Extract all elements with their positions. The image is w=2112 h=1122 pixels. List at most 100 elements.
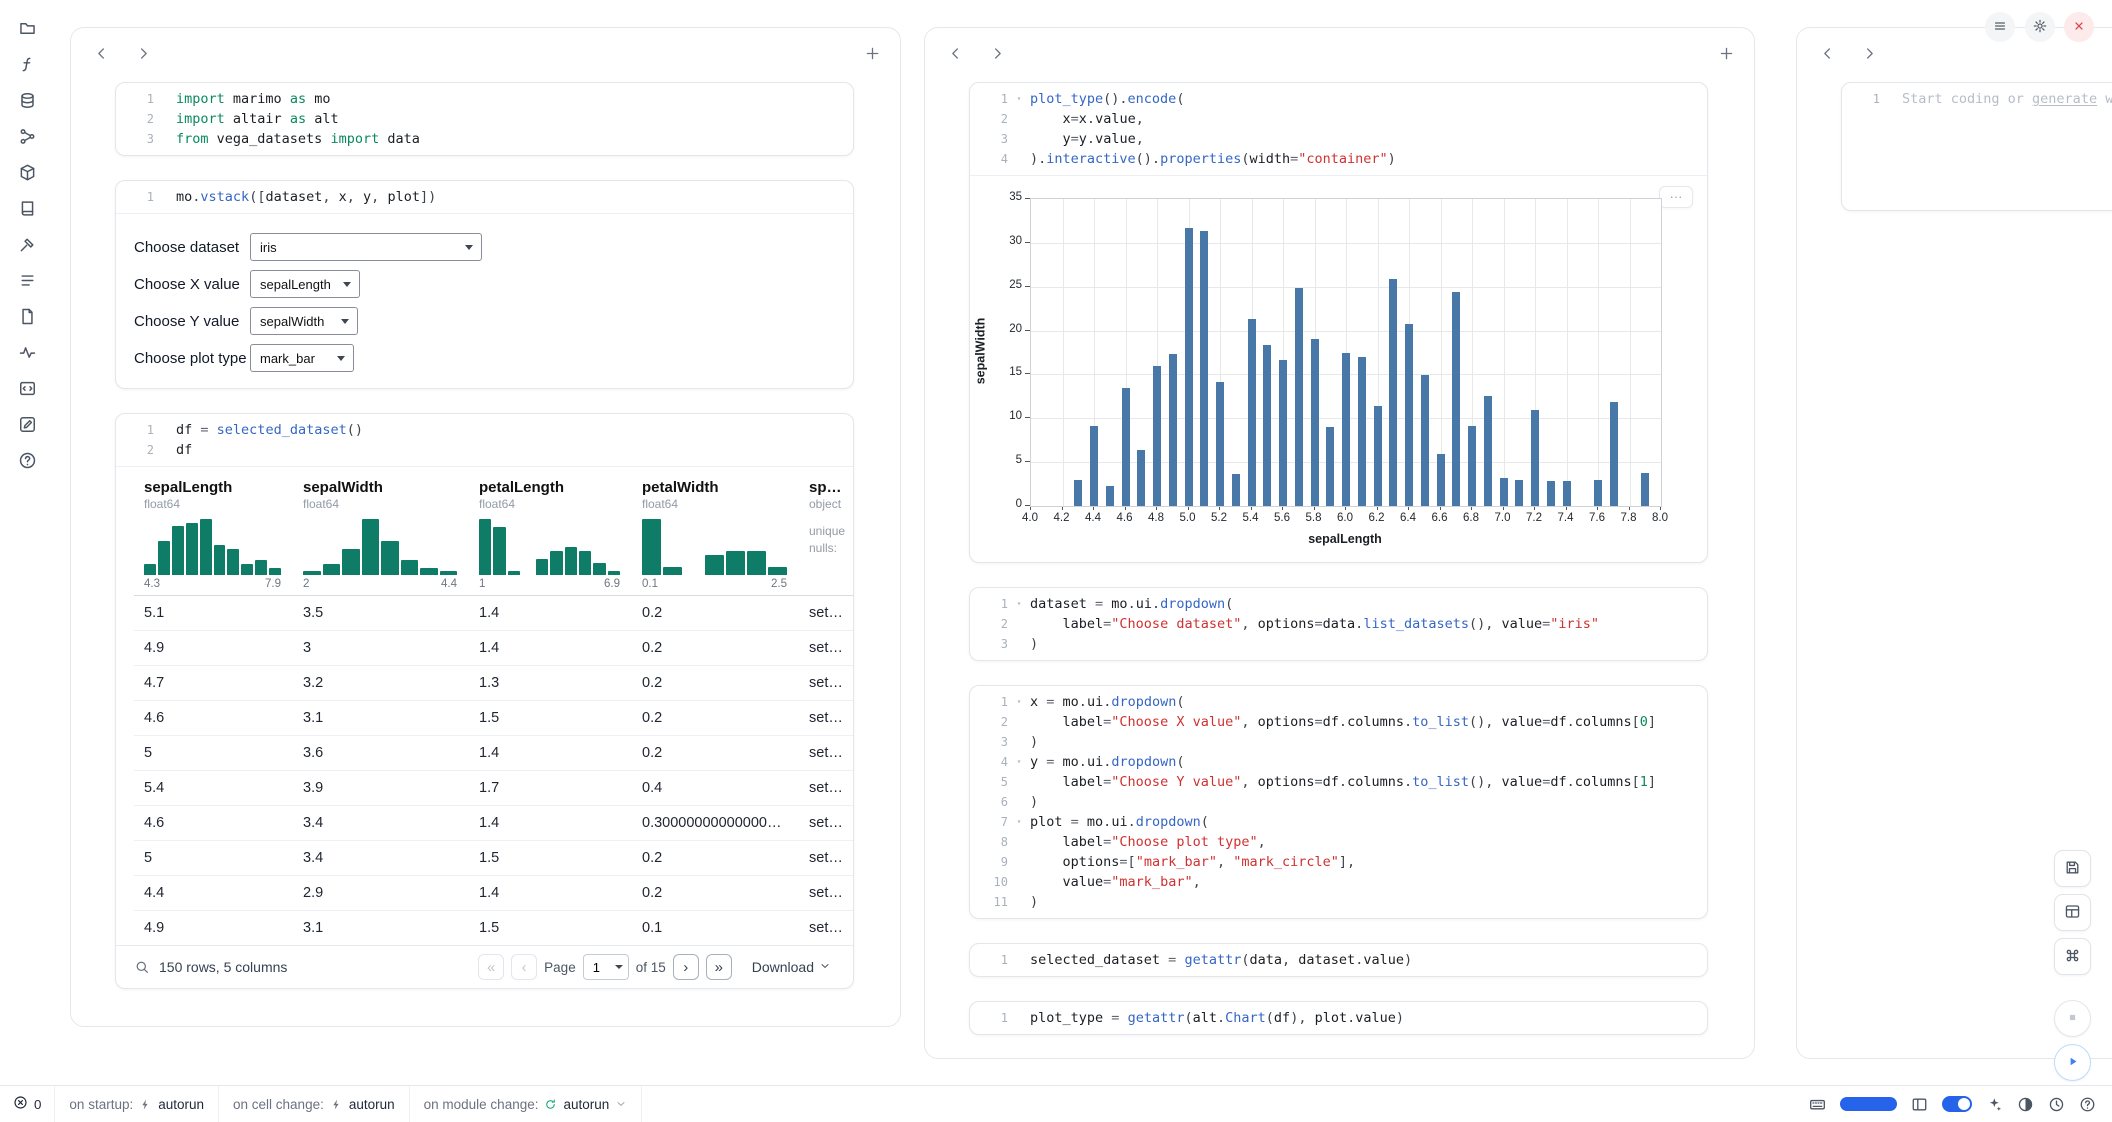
- error-circle-icon: [13, 1095, 28, 1113]
- line-number: 1: [972, 692, 1008, 712]
- save-button[interactable]: [2054, 850, 2091, 887]
- dependency-graph-icon[interactable]: [7, 118, 47, 154]
- run-on-module-change-setting[interactable]: on module change:autorun: [410, 1086, 643, 1122]
- table-row[interactable]: 53.41.50.2setosa: [134, 841, 854, 876]
- notebook-menu-button[interactable]: [1985, 12, 2015, 42]
- line-number: 1: [118, 89, 154, 109]
- add-cell-button[interactable]: [1712, 41, 1740, 69]
- table-row[interactable]: 4.931.40.2setosa: [134, 631, 854, 666]
- download-label: Download: [752, 959, 814, 975]
- table-row[interactable]: 5.43.91.70.4setosa: [134, 771, 854, 806]
- outline-icon[interactable]: [7, 262, 47, 298]
- autorun-toggle[interactable]: [1942, 1096, 1972, 1112]
- datasources-icon[interactable]: [7, 82, 47, 118]
- chart-bar: [1279, 360, 1287, 506]
- column-nav-right-button[interactable]: [129, 41, 157, 69]
- table-column-header[interactable]: speciesobjectuniquenulls:: [799, 475, 854, 595]
- column-nav-left-button[interactable]: [1813, 41, 1841, 69]
- code-editor[interactable]: 1df = selected_dataset()2df: [116, 414, 853, 466]
- x-value-dropdown[interactable]: sepalLength: [250, 270, 360, 298]
- code-editor[interactable]: 1▾plot_type().encode(2 x=x.value,3 y=y.v…: [970, 83, 1707, 175]
- code-editor[interactable]: 1mo.vstack([dataset, x, y, plot]): [116, 181, 853, 213]
- help-icon[interactable]: [2079, 1096, 2096, 1113]
- table-column-header[interactable]: sepalLengthfloat644.37.9: [134, 475, 293, 595]
- scratchpad-icon[interactable]: [7, 406, 47, 442]
- empty-code-cell[interactable]: 1 Start coding or generate with AI: [1841, 82, 2112, 211]
- keyboard-shortcuts-icon[interactable]: [1809, 1096, 1826, 1113]
- table-row[interactable]: 4.73.21.30.2setosa: [134, 666, 854, 701]
- add-cell-button[interactable]: [858, 41, 886, 69]
- code-editor[interactable]: 1import marimo as mo2import altair as al…: [116, 83, 853, 155]
- column-histogram: [303, 519, 457, 575]
- help-icon[interactable]: [7, 442, 47, 478]
- plot-type-dropdown[interactable]: mark_bar: [250, 344, 354, 372]
- last-page-button[interactable]: »: [706, 954, 732, 980]
- chart-bar: [1137, 450, 1145, 506]
- code-editor[interactable]: 1plot_type = getattr(alt.Chart(df), plot…: [970, 1002, 1707, 1034]
- fold-gutter: [1008, 772, 1030, 792]
- plot-type-cell: 1plot_type = getattr(alt.Chart(df), plot…: [969, 1001, 1708, 1035]
- layout-grid-button[interactable]: [2054, 894, 2091, 931]
- code-editor[interactable]: 1selected_dataset = getattr(data, datase…: [970, 944, 1707, 976]
- settings-button[interactable]: [2025, 12, 2055, 42]
- status-pill[interactable]: [1840, 1097, 1897, 1111]
- chart-bar: [1169, 354, 1177, 506]
- table-row[interactable]: 5.13.51.40.2setosa: [134, 596, 854, 631]
- packages-icon[interactable]: [7, 154, 47, 190]
- column-nav-left-button[interactable]: [941, 41, 969, 69]
- dropdown-label: Choose plot type: [134, 350, 248, 367]
- page-select[interactable]: 1: [583, 954, 629, 980]
- close-icon: [2071, 18, 2087, 37]
- snippets-icon[interactable]: [7, 370, 47, 406]
- theme-toggle-icon[interactable]: [2017, 1096, 2034, 1113]
- table-row[interactable]: 4.93.11.50.1setosa: [134, 911, 854, 945]
- table-column-header[interactable]: sepalWidthfloat6424.4: [293, 475, 469, 595]
- download-button[interactable]: Download: [746, 958, 837, 976]
- fold-gutter: [154, 89, 176, 109]
- fold-chevron-icon[interactable]: ▾: [1008, 89, 1030, 109]
- interrupt-button[interactable]: [2054, 1000, 2091, 1037]
- fold-chevron-icon[interactable]: ▾: [1008, 752, 1030, 772]
- plus-icon: [864, 45, 881, 65]
- run-on-startup-setting[interactable]: on startup:autorun: [55, 1086, 219, 1122]
- dataset-dropdown[interactable]: iris: [250, 233, 482, 261]
- tracebacks-icon[interactable]: [7, 334, 47, 370]
- panel-layout-icon[interactable]: [1911, 1096, 1928, 1113]
- table-column-header[interactable]: petalWidthfloat640.12.5: [632, 475, 799, 595]
- table-row[interactable]: 53.61.40.2setosa: [134, 736, 854, 771]
- shutdown-button[interactable]: [2064, 12, 2094, 42]
- column-nav-left-button[interactable]: [87, 41, 115, 69]
- errors-indicator[interactable]: 0: [0, 1086, 55, 1122]
- documentation-icon[interactable]: [7, 190, 47, 226]
- previous-page-button[interactable]: ‹: [511, 954, 537, 980]
- ai-assistant-icon[interactable]: [1986, 1096, 2003, 1113]
- fold-chevron-icon[interactable]: ▾: [1008, 692, 1030, 712]
- code-editor[interactable]: 1▾dataset = mo.ui.dropdown(2 label="Choo…: [970, 588, 1707, 660]
- table-row[interactable]: 4.63.41.40.30000000000000004setosa: [134, 806, 854, 841]
- table-column-header[interactable]: petalLengthfloat6416.9: [469, 475, 632, 595]
- functions-icon[interactable]: [7, 46, 47, 82]
- chevron-left-icon: [1819, 45, 1836, 65]
- next-page-button[interactable]: ›: [673, 954, 699, 980]
- y-value-dropdown[interactable]: sepalWidth: [250, 307, 358, 335]
- bar-chart[interactable]: [1030, 198, 1662, 507]
- file-explorer-icon[interactable]: [7, 10, 47, 46]
- first-page-button[interactable]: «: [478, 954, 504, 980]
- table-row[interactable]: 4.42.91.40.2setosa: [134, 876, 854, 911]
- generate-with-ai-link[interactable]: generate: [2032, 91, 2097, 107]
- fold-chevron-icon[interactable]: ▾: [1008, 812, 1030, 832]
- fold-chevron-icon[interactable]: ▾: [1008, 594, 1030, 614]
- run-cells-button[interactable]: [2054, 1044, 2091, 1081]
- column-nav-right-button[interactable]: [983, 41, 1011, 69]
- history-icon[interactable]: [2048, 1096, 2065, 1113]
- tools-icon[interactable]: [7, 226, 47, 262]
- code-editor[interactable]: 1▾x = mo.ui.dropdown(2 label="Choose X v…: [970, 686, 1707, 918]
- column-nav-right-button[interactable]: [1855, 41, 1883, 69]
- command-palette-button[interactable]: [2054, 938, 2091, 975]
- logs-icon[interactable]: [7, 298, 47, 334]
- line-number: 10: [972, 872, 1008, 892]
- table-search-button[interactable]: [134, 959, 150, 975]
- code-editor[interactable]: 1 Start coding or generate with AI: [1842, 83, 2112, 115]
- table-row[interactable]: 4.63.11.50.2setosa: [134, 701, 854, 736]
- run-on-cell-change-setting[interactable]: on cell change:autorun: [219, 1086, 410, 1122]
